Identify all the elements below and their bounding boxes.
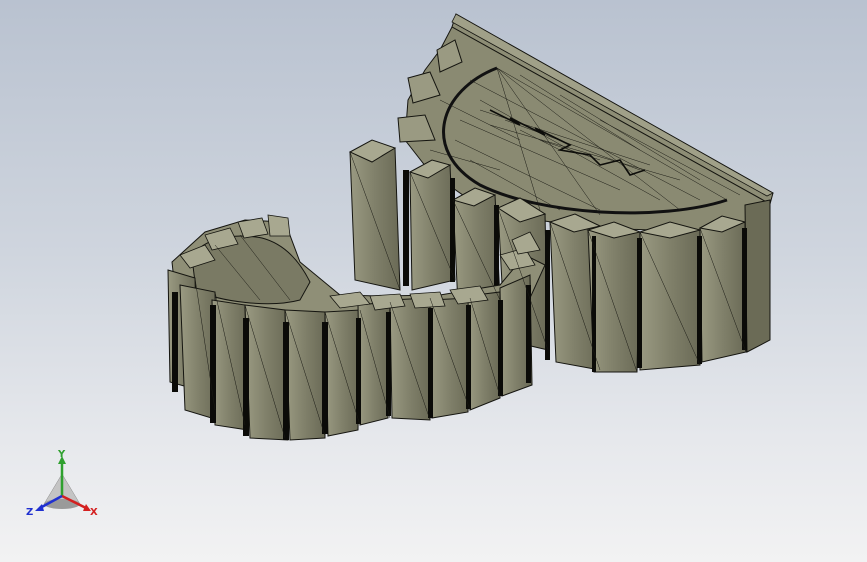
reference-triad: Y X Z [26,449,98,518]
graphics-viewport[interactable]: Y X Z [0,0,867,562]
y-axis-label: Y [57,449,66,460]
x-axis-label: X [90,507,98,518]
z-axis-label: Z [26,507,33,518]
z-axis-arrow [35,504,44,511]
gear-segment-model[interactable] [0,0,867,562]
